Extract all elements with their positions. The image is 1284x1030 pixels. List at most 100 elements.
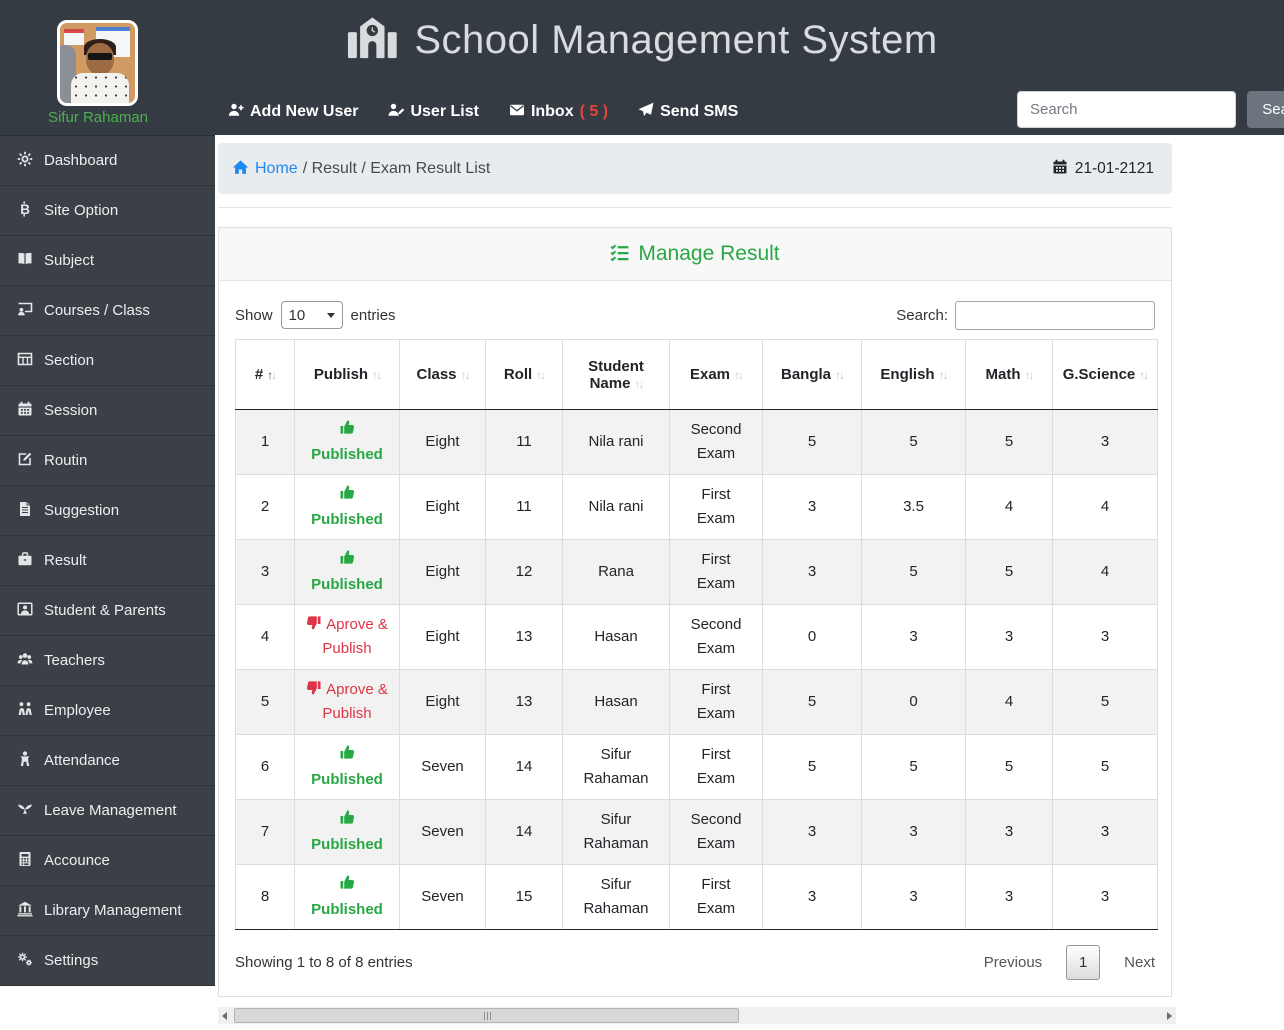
sidebar-item-label: Settings bbox=[44, 952, 99, 969]
sidebar-item-session[interactable]: Session bbox=[0, 386, 215, 436]
sidebar-item-dashboard[interactable]: Dashboard bbox=[0, 136, 215, 186]
cell-bangla: 5 bbox=[762, 669, 862, 735]
column-header-roll[interactable]: Roll ↑↓ bbox=[485, 339, 563, 410]
column-header-class[interactable]: Class ↑↓ bbox=[399, 339, 486, 410]
previous-page-button[interactable]: Previous bbox=[984, 954, 1042, 971]
column-header-publish[interactable]: Publish ↑↓ bbox=[294, 339, 400, 410]
column-header-exam[interactable]: Exam ↑↓ bbox=[669, 339, 763, 410]
avatar[interactable] bbox=[57, 20, 138, 106]
sidebar-item-library-management[interactable]: Library Management bbox=[0, 886, 215, 936]
top-nav: Add New User User List Inbox ( 5 ) Send … bbox=[228, 88, 738, 135]
sidebar-item-result[interactable]: Result bbox=[0, 536, 215, 586]
sidebar-item-attendance[interactable]: Attendance bbox=[0, 736, 215, 786]
cell-publish: Published bbox=[294, 409, 400, 475]
next-page-button[interactable]: Next bbox=[1124, 954, 1155, 971]
user-name: Sifur Rahaman bbox=[47, 109, 149, 126]
header-search-input[interactable] bbox=[1017, 91, 1236, 128]
publish-action[interactable]: Published bbox=[311, 482, 383, 532]
exam-value: First Exam bbox=[696, 876, 736, 917]
publish-action[interactable]: Aprove & Publish bbox=[304, 613, 390, 661]
sidebar-item-label: Section bbox=[44, 352, 95, 369]
thumbs-up-icon bbox=[311, 807, 383, 831]
nav-user-list[interactable]: User List bbox=[388, 102, 479, 121]
publish-label: Aprove & Publish bbox=[322, 681, 388, 722]
publish-action[interactable]: Aprove & Publish bbox=[304, 678, 390, 726]
scrollbar-thumb[interactable] bbox=[234, 1008, 739, 1023]
manage-result-panel: Manage Result Show 10 entries Search: # ↑… bbox=[218, 227, 1172, 997]
cell-roll: 15 bbox=[485, 864, 563, 930]
table-search-input[interactable] bbox=[955, 300, 1155, 330]
sidebar-item-suggestion[interactable]: Suggestion bbox=[0, 486, 215, 536]
publish-action[interactable]: Published bbox=[311, 742, 383, 792]
cell-math: 4 bbox=[965, 474, 1053, 540]
cell-publish: Published bbox=[294, 734, 400, 800]
column-header-bangla[interactable]: Bangla ↑↓ bbox=[762, 339, 862, 410]
result-table-body: 1 Published Eight 11 Nila rani Second Exam 5 5 5… bbox=[235, 409, 1158, 930]
sidebar-item-label: Accounce bbox=[44, 852, 110, 869]
people-icon bbox=[16, 701, 34, 720]
horizontal-scrollbar[interactable] bbox=[218, 1007, 1176, 1024]
cell-exam: First Exam bbox=[669, 864, 763, 930]
app-title-bar: School Management System bbox=[346, 10, 937, 70]
nav-inbox[interactable]: Inbox ( 5 ) bbox=[509, 102, 608, 121]
chevron-down-icon bbox=[326, 312, 335, 318]
publish-action[interactable]: Published bbox=[311, 547, 383, 597]
column-header-english[interactable]: English ↑↓ bbox=[861, 339, 966, 410]
sidebar-item-employee[interactable]: Employee bbox=[0, 686, 215, 736]
sidebar-item-routin[interactable]: Routin bbox=[0, 436, 215, 486]
sidebar-item-label: Subject bbox=[44, 252, 95, 269]
table-header-row: # ↑↓ Publish ↑↓ Class ↑↓ Roll ↑↓ Student Nam… bbox=[235, 339, 1158, 410]
book-icon bbox=[16, 251, 34, 270]
breadcrumb-home-label: Home bbox=[255, 159, 298, 177]
column-header-student-name[interactable]: Student Name ↑↓ bbox=[562, 339, 670, 410]
sidebar-item-accounce[interactable]: Accounce bbox=[0, 836, 215, 886]
cell-class: Seven bbox=[399, 734, 486, 800]
calendar-icon bbox=[16, 401, 34, 420]
thumbs-down-icon bbox=[306, 613, 322, 637]
page-number-button[interactable]: 1 bbox=[1066, 944, 1101, 980]
table-row: 3 Published Eight 12 Rana First Exam 3 5 5 4 bbox=[235, 539, 1158, 605]
cell-roll: 13 bbox=[485, 604, 563, 670]
scroll-right-arrow-icon[interactable] bbox=[1167, 1012, 1172, 1020]
sidebar-item-label: Result bbox=[44, 552, 87, 569]
sidebar-item-site-option[interactable]: B Site Option bbox=[0, 186, 215, 236]
thumbs-up-icon bbox=[311, 547, 383, 571]
nav-add-new-user[interactable]: Add New User bbox=[228, 102, 358, 121]
column-header-num[interactable]: # ↑↓ bbox=[235, 339, 295, 410]
publish-action[interactable]: Published bbox=[311, 872, 383, 922]
sidebar-item-subject[interactable]: Subject bbox=[0, 236, 215, 286]
sidebar-item-leave-management[interactable]: Leave Management bbox=[0, 786, 215, 836]
sidebar-item-section[interactable]: Section bbox=[0, 336, 215, 386]
sidebar-item-settings[interactable]: Settings bbox=[0, 936, 215, 986]
nav-send-sms[interactable]: Send SMS bbox=[638, 102, 738, 121]
exam-value: Second Exam bbox=[690, 616, 742, 657]
date-display: 21-01-2121 bbox=[1052, 159, 1154, 178]
sidebar-item-label: Student & Parents bbox=[44, 602, 166, 619]
publish-label: Aprove & Publish bbox=[322, 616, 388, 657]
column-header-math[interactable]: Math ↑↓ bbox=[965, 339, 1053, 410]
entries-select[interactable]: 10 bbox=[280, 301, 343, 329]
column-header-gscience[interactable]: G.Science ↑↓ bbox=[1052, 339, 1158, 410]
cell-bangla: 3 bbox=[762, 799, 862, 865]
cell-class: Eight bbox=[399, 474, 486, 540]
breadcrumb-home-link[interactable]: Home bbox=[232, 159, 298, 179]
publish-action[interactable]: Published bbox=[311, 807, 383, 857]
sidebar-item-label: Session bbox=[44, 402, 98, 419]
header-search-button[interactable]: Search bbox=[1247, 91, 1284, 128]
cell-student: Rana bbox=[562, 539, 670, 605]
cell-class: Eight bbox=[399, 409, 486, 475]
table-row: 5 Aprove & Publish Eight 13 Hasan First Exam 5… bbox=[235, 669, 1158, 735]
edit-icon bbox=[16, 451, 34, 470]
sidebar-item-student-parents[interactable]: Student & Parents bbox=[0, 586, 215, 636]
table-footer: Showing 1 to 8 of 8 entries Previous 1 N… bbox=[235, 942, 1155, 982]
cell-exam: Second Exam bbox=[669, 799, 763, 865]
publish-action[interactable]: Published bbox=[311, 417, 383, 467]
divider bbox=[218, 207, 1172, 208]
sidebar-item-label: Leave Management bbox=[44, 802, 177, 819]
scroll-left-arrow-icon[interactable] bbox=[222, 1012, 227, 1020]
sidebar-item-courses-class[interactable]: Courses / Class bbox=[0, 286, 215, 336]
cell-english: 5 bbox=[861, 539, 966, 605]
cell-english: 5 bbox=[861, 734, 966, 800]
sidebar-item-teachers[interactable]: Teachers bbox=[0, 636, 215, 686]
table-icon bbox=[16, 351, 34, 370]
